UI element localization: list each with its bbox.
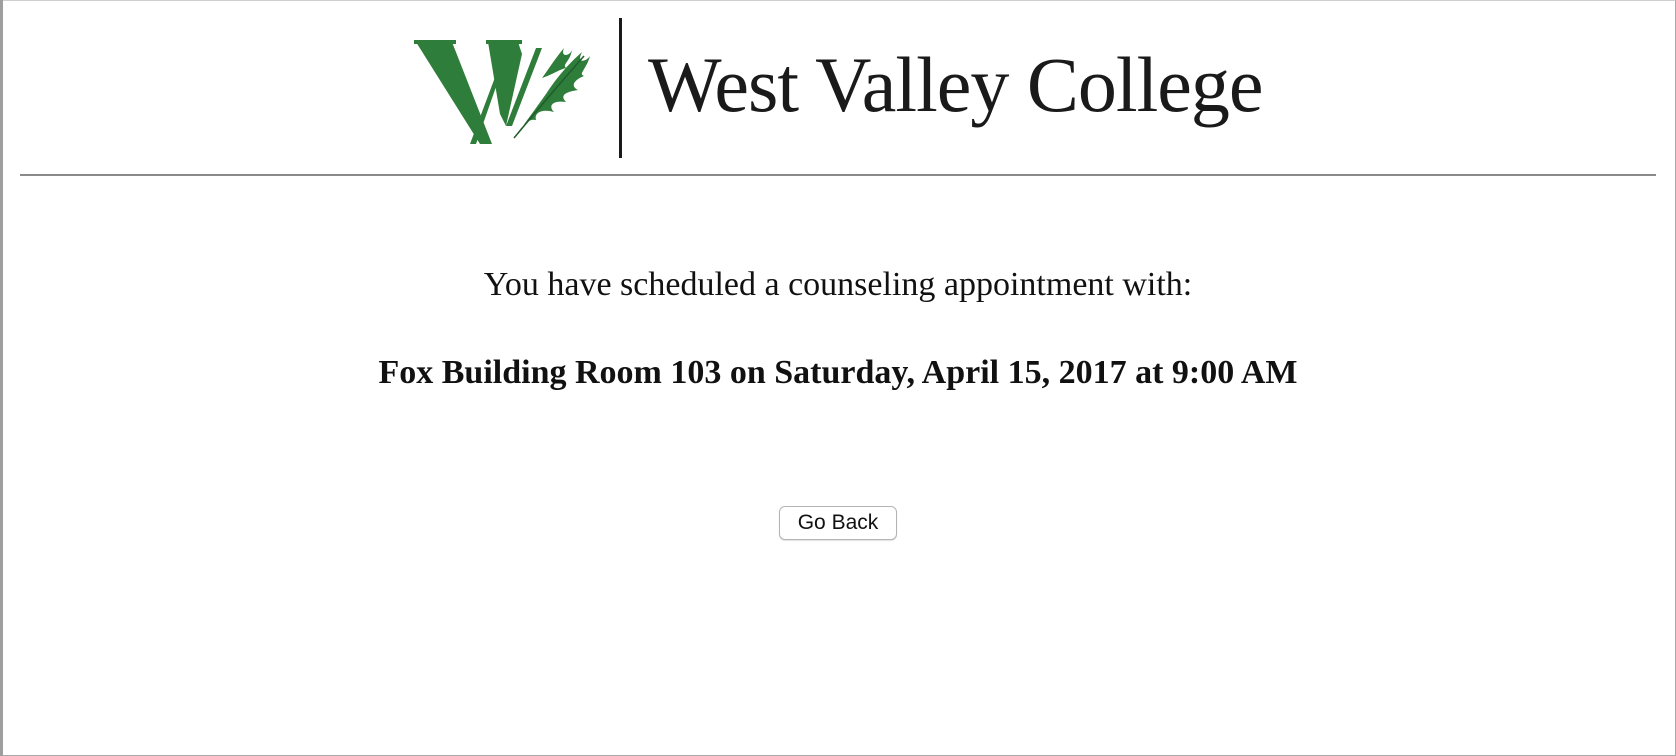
appointment-details: Fox Building Room 103 on Saturday, April… xyxy=(378,354,1298,391)
logo-divider xyxy=(619,18,622,158)
go-back-button[interactable]: Go Back xyxy=(779,506,897,540)
logo-wordmark: West Valley College xyxy=(648,41,1263,128)
confirmation-intro-text: You have scheduled a counseling appointm… xyxy=(483,266,1193,303)
oak-leaf-icon xyxy=(414,40,590,144)
college-logo: West Valley College xyxy=(414,16,1274,162)
header-divider xyxy=(20,174,1656,176)
site-header: West Valley College xyxy=(0,0,1676,176)
